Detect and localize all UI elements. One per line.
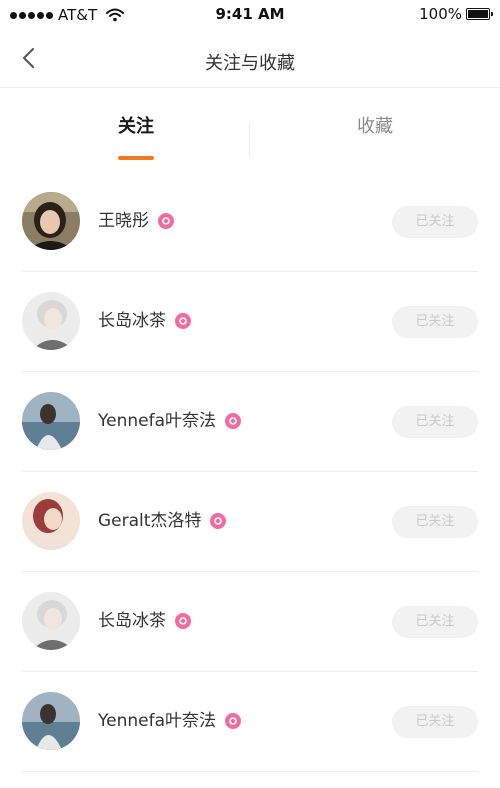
name-wrap: Geralt杰洛特 [98,509,227,533]
followed-button[interactable]: 已关注 [392,506,478,538]
user-name: 长岛冰茶 [98,311,166,331]
verified-icon [175,313,191,329]
avatar[interactable] [22,692,80,750]
verified-icon [225,713,241,729]
list-item[interactable]: Yennefa叶奈法 已关注 [0,672,500,772]
user-name: Geralt杰洛特 [98,511,202,531]
tab-bar: 关注 收藏 [0,112,500,164]
user-name: 长岛冰茶 [98,611,166,631]
tab-collect[interactable]: 收藏 [250,112,500,164]
avatar[interactable] [22,192,80,250]
list-item[interactable]: 长岛冰茶 已关注 [0,272,500,372]
user-name: Yennefa叶奈法 [98,411,216,431]
name-wrap: 长岛冰茶 [98,309,191,333]
followed-button[interactable]: 已关注 [392,406,478,438]
avatar[interactable] [22,492,80,550]
avatar[interactable] [22,292,80,350]
battery-icon [466,8,493,20]
followed-button[interactable]: 已关注 [392,306,478,338]
verified-icon [158,213,174,229]
name-wrap: Yennefa叶奈法 [98,709,241,733]
verified-icon [225,413,241,429]
followed-button[interactable]: 已关注 [392,706,478,738]
tab-follow-label: 关注 [118,116,154,137]
active-tab-indicator [118,156,154,160]
followed-button[interactable]: 已关注 [392,606,478,638]
name-wrap: Yennefa叶奈法 [98,409,241,433]
list-item[interactable]: 王晓彤 已关注 [0,172,500,272]
user-name: Yennefa叶奈法 [98,711,216,731]
battery-percent: 100% [419,5,462,23]
following-list: 王晓彤 已关注 长岛冰茶 已关注 Yennefa叶奈法 已关注 Geralt杰洛… [0,172,500,772]
nav-bar: 关注与收藏 [0,32,500,88]
page-title: 关注与收藏 [205,53,295,74]
list-item[interactable]: 长岛冰茶 已关注 [0,572,500,672]
verified-icon [210,513,227,529]
name-wrap: 长岛冰茶 [98,609,191,633]
avatar[interactable] [22,592,80,650]
avatar[interactable] [22,392,80,450]
status-right: 100% [419,5,493,23]
screen: AT&T 9:41 AM 100% 关注与收藏 关注 收藏 王晓彤 已关注 长岛… [0,0,500,788]
status-bar: AT&T 9:41 AM 100% [0,0,500,32]
name-wrap: 王晓彤 [98,209,174,233]
list-item[interactable]: Yennefa叶奈法 已关注 [0,372,500,472]
followed-button[interactable]: 已关注 [392,206,478,238]
verified-icon [175,613,191,629]
user-name: 王晓彤 [98,211,149,231]
list-item[interactable]: Geralt杰洛特 已关注 [0,472,500,572]
tab-collect-label: 收藏 [357,116,393,137]
